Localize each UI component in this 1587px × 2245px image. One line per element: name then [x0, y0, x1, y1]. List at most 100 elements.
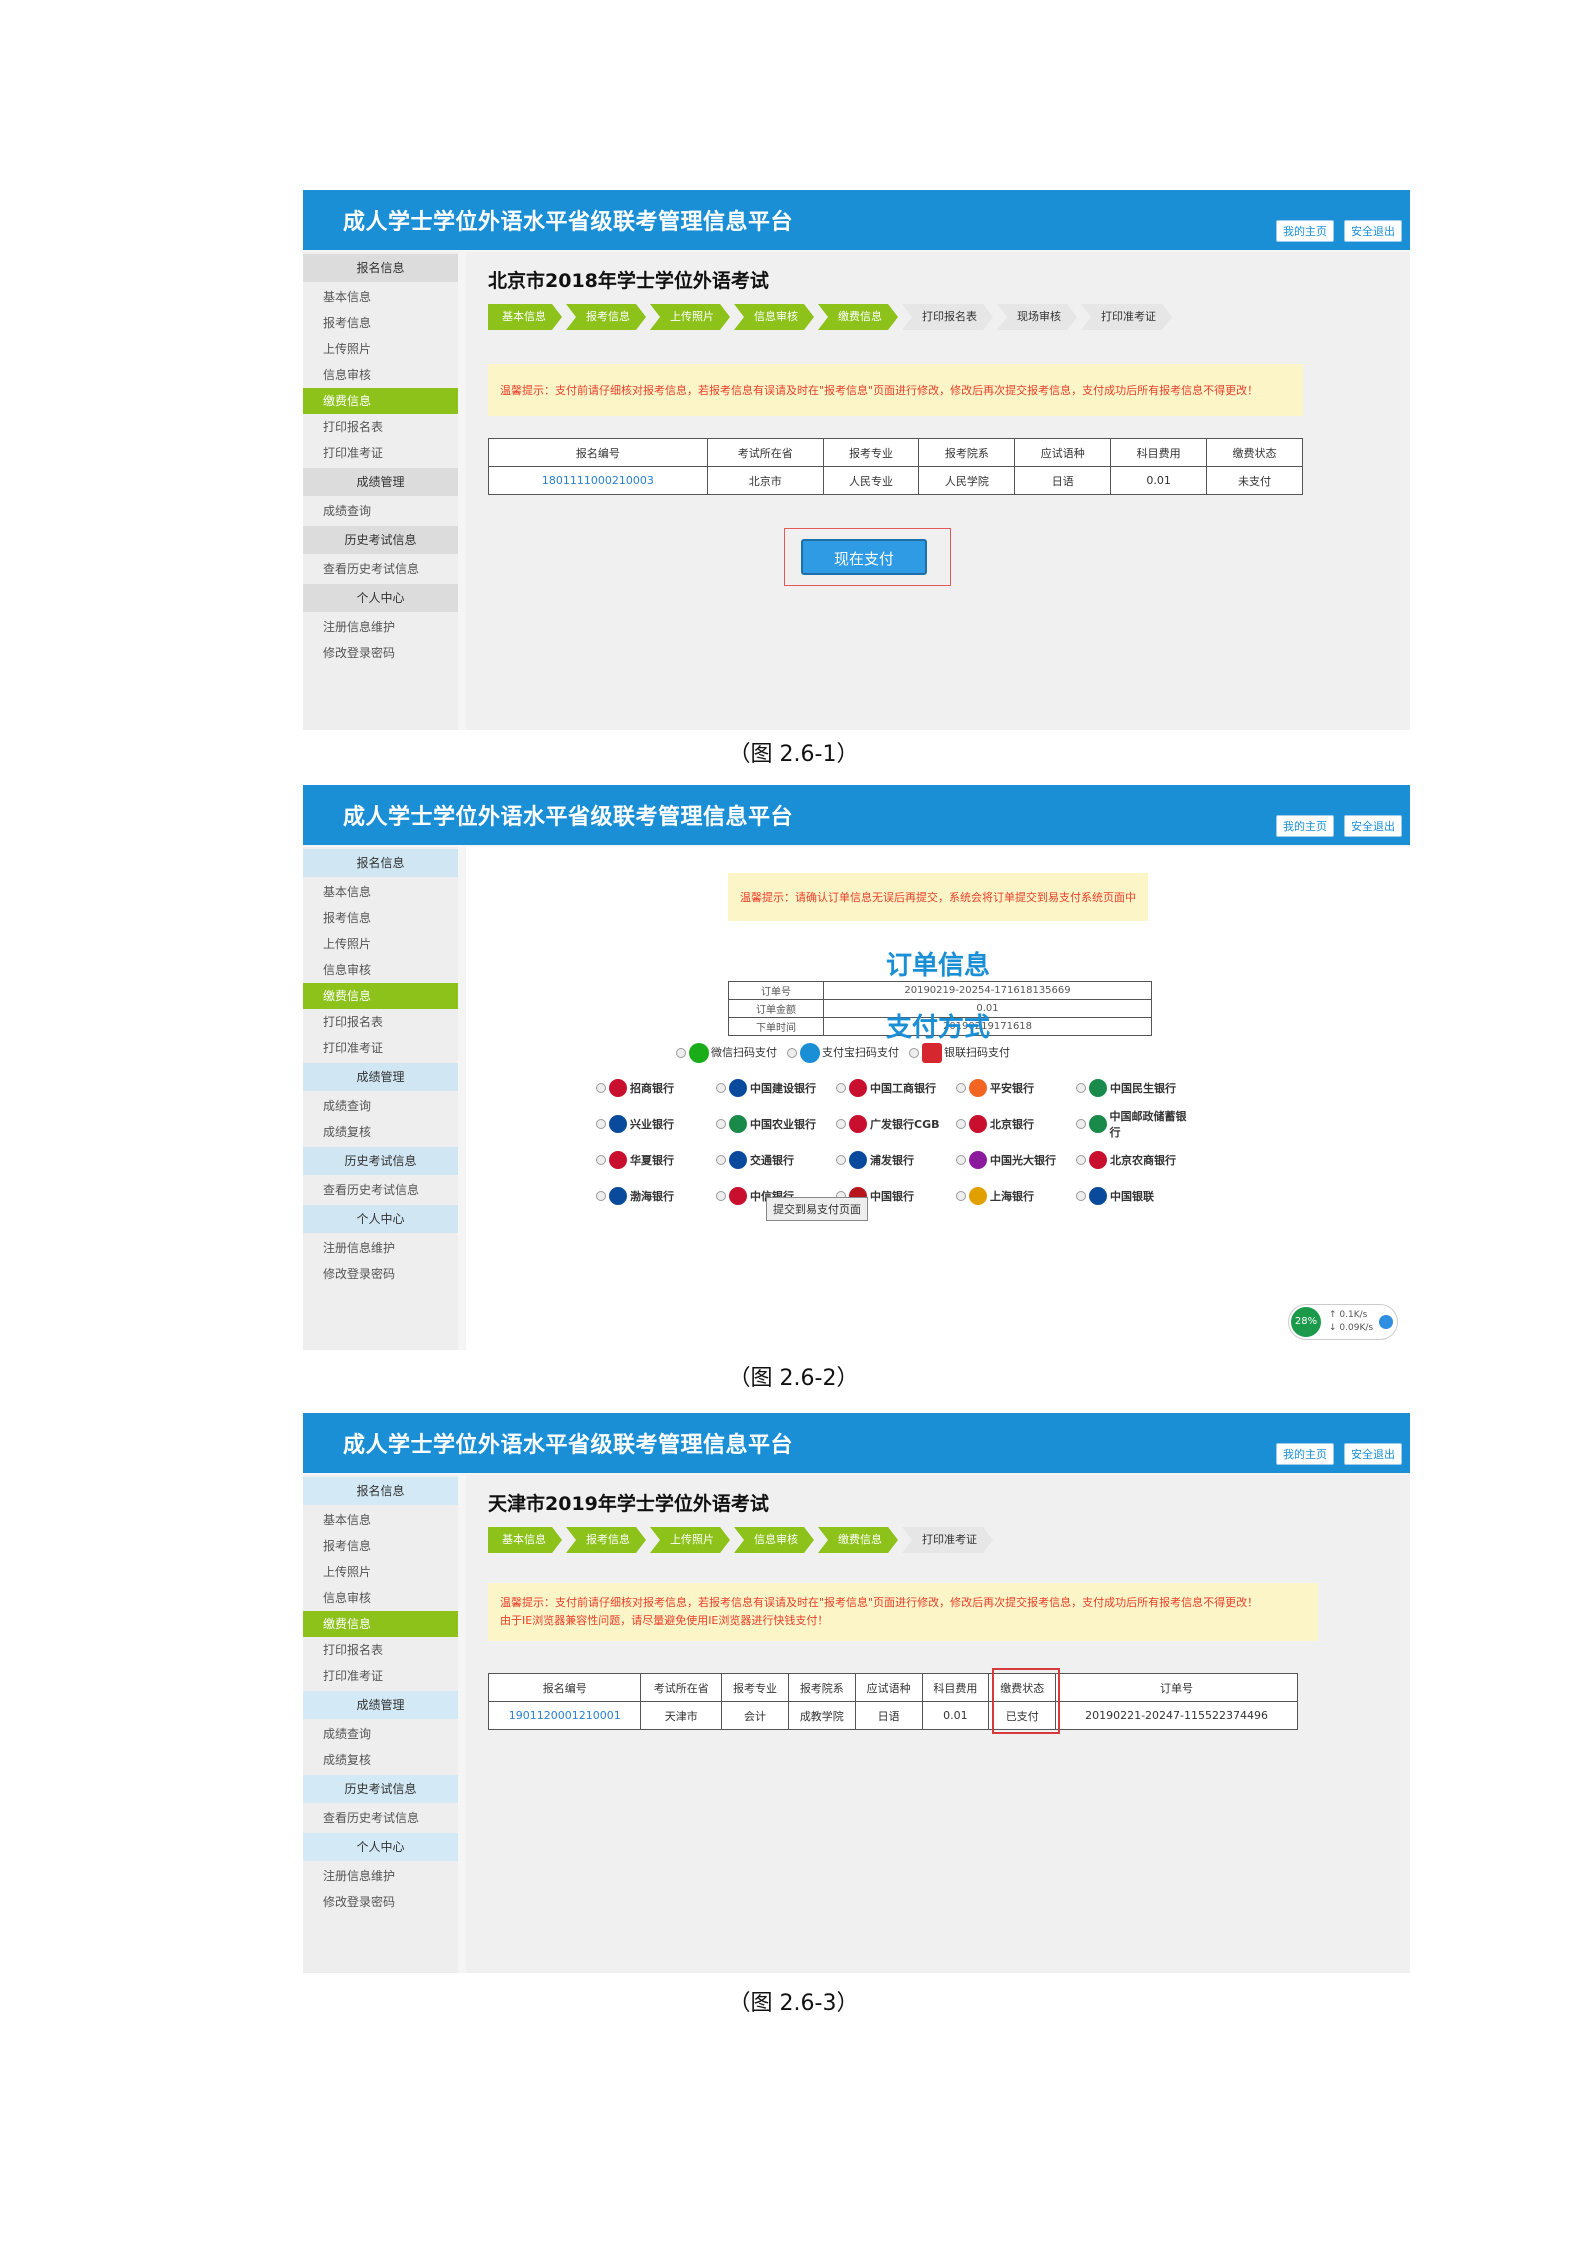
sidebar-item-photo[interactable]: 上传照片 [303, 931, 458, 957]
home-button[interactable]: 我的主页 [1276, 220, 1334, 242]
sidebar-item-register[interactable]: 注册信息维护 [303, 1235, 458, 1261]
bank-option[interactable]: 中国光大银行 [956, 1147, 1076, 1173]
bank-option[interactable]: 华夏银行 [596, 1147, 716, 1173]
sidebar-item-photo[interactable]: 上传照片 [303, 1559, 458, 1585]
bank-option[interactable]: 中国银联 [1076, 1183, 1196, 1209]
pay-type-wechat[interactable]: 微信扫码支付 [676, 1043, 777, 1063]
pay-now-button[interactable]: 现在支付 [801, 539, 927, 575]
sidebar-item-password[interactable]: 修改登录密码 [303, 1261, 458, 1287]
bank-option[interactable]: 中国建设银行 [716, 1075, 836, 1101]
radio-icon[interactable] [787, 1048, 797, 1058]
sidebar-item-score-review[interactable]: 成绩复核 [303, 1119, 458, 1145]
warning-tip: 温馨提示：支付前请仔细核对报考信息，若报考信息有误请及时在"报考信息"页面进行修… [488, 1583, 1318, 1641]
sidebar-item-score-query[interactable]: 成绩查询 [303, 498, 458, 524]
radio-icon[interactable] [1076, 1155, 1086, 1165]
radio-icon[interactable] [716, 1191, 726, 1201]
sidebar-item-review[interactable]: 信息审核 [303, 362, 458, 388]
exam-title: 天津市2019年学士学位外语考试 [488, 1493, 769, 1515]
radio-icon[interactable] [716, 1083, 726, 1093]
sidebar-item-apply[interactable]: 报考信息 [303, 310, 458, 336]
sidebar: 报名信息 基本信息 报考信息 上传照片 信息审核 缴费信息 打印报名表 打印准考… [303, 1475, 458, 1973]
bank-option[interactable]: 招商银行 [596, 1075, 716, 1101]
table-cell: 天津市 [640, 1701, 723, 1730]
logout-button[interactable]: 安全退出 [1344, 220, 1402, 242]
sidebar-item-register[interactable]: 注册信息维护 [303, 614, 458, 640]
sidebar-item-print-form[interactable]: 打印报名表 [303, 1637, 458, 1663]
radio-icon[interactable] [1076, 1119, 1086, 1129]
bank-option[interactable]: 中国工商银行 [836, 1075, 956, 1101]
sidebar-section-score: 成绩管理 [303, 1063, 458, 1091]
submit-button[interactable]: 提交到易支付页面 [766, 1197, 868, 1221]
radio-icon[interactable] [836, 1083, 846, 1093]
sidebar-item-review[interactable]: 信息审核 [303, 1585, 458, 1611]
sidebar-item-payment[interactable]: 缴费信息 [303, 983, 458, 1009]
sidebar-item-score-query[interactable]: 成绩查询 [303, 1093, 458, 1119]
sidebar-item-history[interactable]: 查看历史考试信息 [303, 1177, 458, 1203]
radio-icon[interactable] [1076, 1191, 1086, 1201]
sidebar-item-score-review[interactable]: 成绩复核 [303, 1747, 458, 1773]
sidebar-item-print-form[interactable]: 打印报名表 [303, 414, 458, 440]
radio-icon[interactable] [909, 1048, 919, 1058]
radio-icon[interactable] [596, 1155, 606, 1165]
bank-option[interactable]: 北京银行 [956, 1111, 1076, 1137]
screenshot-fig-2-6-3: 成人学士学位外语水平省级联考管理信息平台 我的主页 安全退出 报名信息 基本信息… [303, 1413, 1410, 1973]
caption-fig-1: （图 2.6-1） [728, 742, 859, 767]
logout-button[interactable]: 安全退出 [1344, 1443, 1402, 1465]
radio-icon[interactable] [956, 1083, 966, 1093]
table-cell: 北京市 [706, 466, 824, 495]
sidebar-item-apply[interactable]: 报考信息 [303, 905, 458, 931]
radio-icon[interactable] [836, 1119, 846, 1129]
bank-name: 渤海银行 [630, 1190, 674, 1203]
bank-option[interactable]: 北京农商银行 [1076, 1147, 1196, 1173]
home-button[interactable]: 我的主页 [1276, 815, 1334, 837]
sidebar-item-basic[interactable]: 基本信息 [303, 284, 458, 310]
radio-icon[interactable] [716, 1155, 726, 1165]
radio-icon[interactable] [1076, 1083, 1086, 1093]
sidebar-item-register[interactable]: 注册信息维护 [303, 1863, 458, 1889]
pay-method-heading: 支付方式 [886, 1013, 991, 1043]
sidebar-item-print-ticket[interactable]: 打印准考证 [303, 440, 458, 466]
radio-icon[interactable] [596, 1119, 606, 1129]
sidebar-item-print-ticket[interactable]: 打印准考证 [303, 1035, 458, 1061]
radio-icon[interactable] [956, 1119, 966, 1129]
radio-icon[interactable] [676, 1048, 686, 1058]
sidebar-item-history[interactable]: 查看历史考试信息 [303, 556, 458, 582]
pay-type-unionpay[interactable]: 银联扫码支付 [909, 1043, 1010, 1063]
bank-option[interactable]: 平安银行 [956, 1075, 1076, 1101]
table-cell-id[interactable]: 1801111000210003 [488, 466, 708, 495]
sidebar-item-score-query[interactable]: 成绩查询 [303, 1721, 458, 1747]
sidebar-item-history[interactable]: 查看历史考试信息 [303, 1805, 458, 1831]
bank-option[interactable]: 浦发银行 [836, 1147, 956, 1173]
sidebar-item-basic[interactable]: 基本信息 [303, 1507, 458, 1533]
home-button[interactable]: 我的主页 [1276, 1443, 1334, 1465]
sidebar-item-review[interactable]: 信息审核 [303, 957, 458, 983]
sidebar-item-password[interactable]: 修改登录密码 [303, 640, 458, 666]
radio-icon[interactable] [836, 1155, 846, 1165]
sidebar: 报名信息 基本信息 报考信息 上传照片 信息审核 缴费信息 打印报名表 打印准考… [303, 847, 458, 1350]
bank-option[interactable]: 交通银行 [716, 1147, 836, 1173]
sidebar-item-apply[interactable]: 报考信息 [303, 1533, 458, 1559]
bank-option[interactable]: 兴业银行 [596, 1111, 716, 1137]
bank-option[interactable]: 上海银行 [956, 1183, 1076, 1209]
radio-icon[interactable] [956, 1191, 966, 1201]
radio-icon[interactable] [956, 1155, 966, 1165]
bank-option[interactable]: 广发银行CGB [836, 1111, 956, 1137]
sidebar-item-photo[interactable]: 上传照片 [303, 336, 458, 362]
table-cell-id[interactable]: 1901120001210001 [487, 1701, 642, 1730]
sidebar-item-basic[interactable]: 基本信息 [303, 879, 458, 905]
bank-option[interactable]: 中国邮政储蓄银行 [1076, 1110, 1196, 1139]
pay-type-alipay[interactable]: 支付宝扫码支付 [787, 1043, 899, 1063]
bank-option[interactable]: 中国农业银行 [716, 1111, 836, 1137]
bank-option[interactable]: 渤海银行 [596, 1183, 716, 1209]
bank-option[interactable]: 中国民生银行 [1076, 1075, 1196, 1101]
sidebar-item-password[interactable]: 修改登录密码 [303, 1889, 458, 1915]
sidebar-item-print-form[interactable]: 打印报名表 [303, 1009, 458, 1035]
sidebar-item-print-ticket[interactable]: 打印准考证 [303, 1663, 458, 1689]
logout-button[interactable]: 安全退出 [1344, 815, 1402, 837]
radio-icon[interactable] [596, 1191, 606, 1201]
radio-icon[interactable] [716, 1119, 726, 1129]
sidebar-item-payment[interactable]: 缴费信息 [303, 1611, 458, 1637]
net-expand-icon[interactable] [1379, 1315, 1393, 1329]
radio-icon[interactable] [596, 1083, 606, 1093]
sidebar-item-payment[interactable]: 缴费信息 [303, 388, 458, 414]
